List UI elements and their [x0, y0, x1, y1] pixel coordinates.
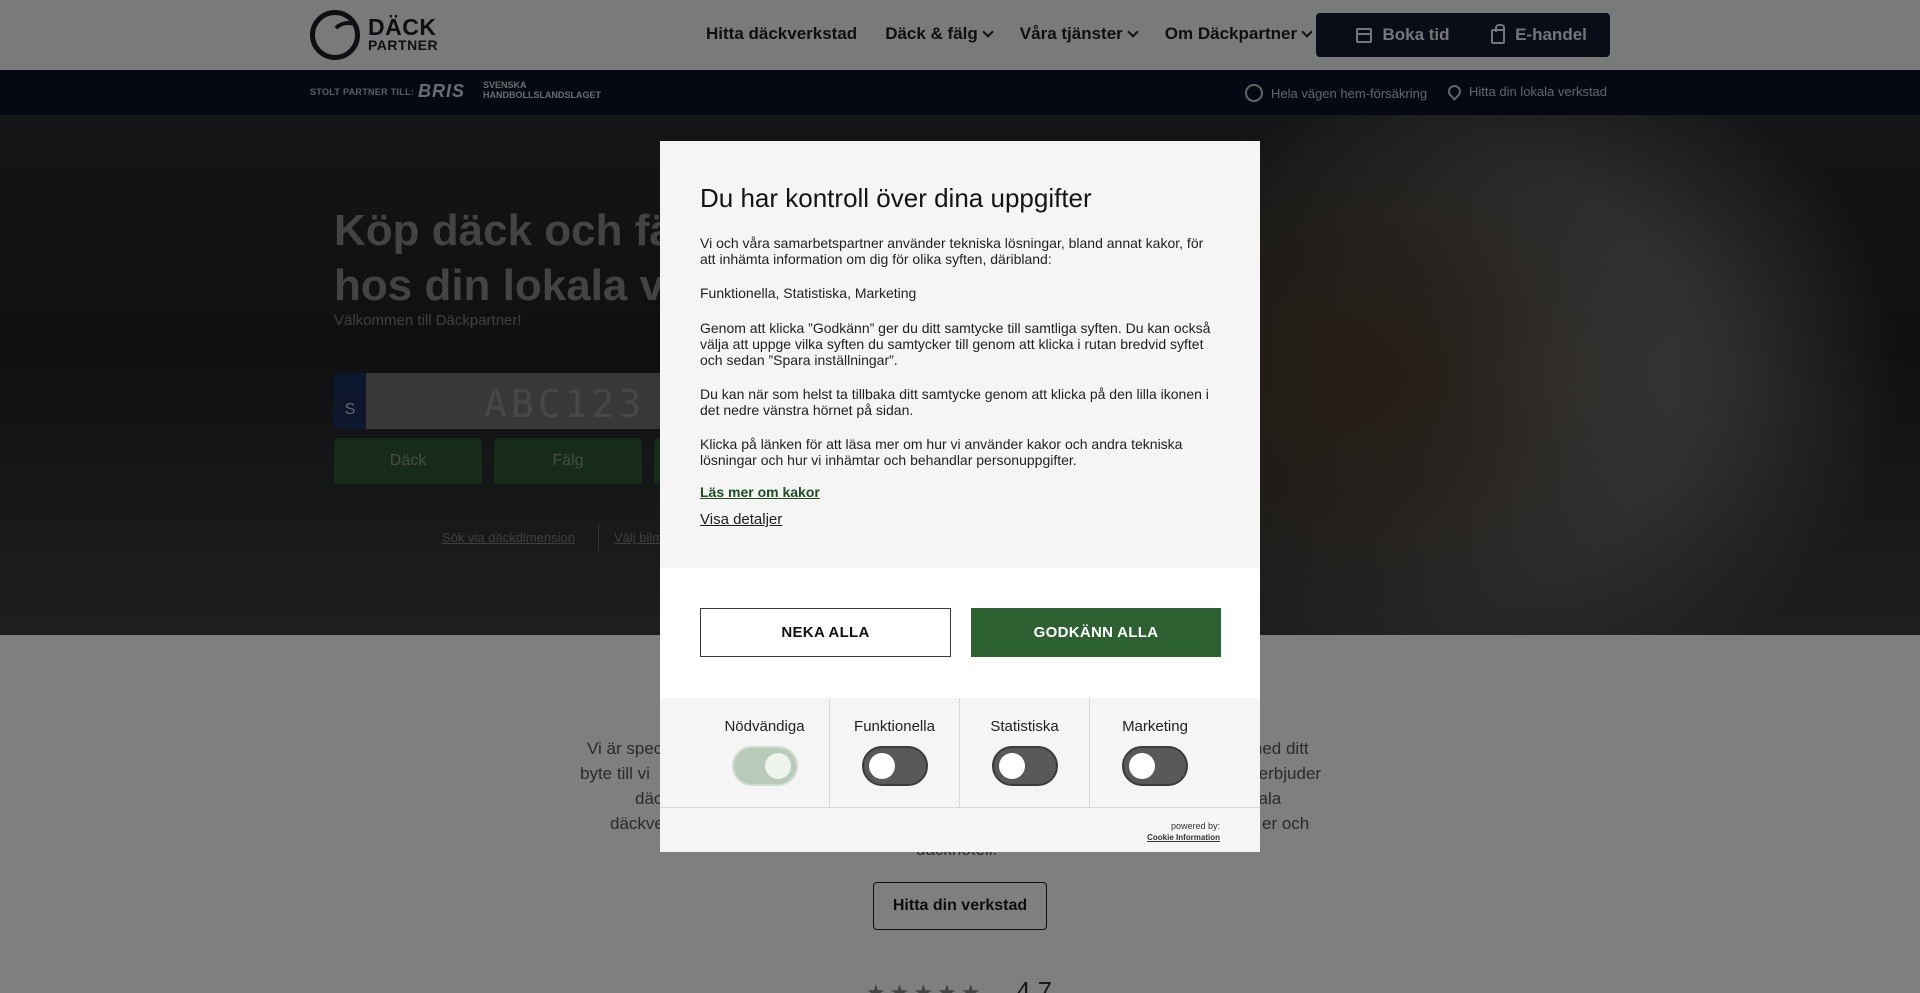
consent-paragraph: Vi och våra samarbetspartner använder te… — [700, 235, 1204, 267]
category-marketing: Marketing — [1090, 698, 1220, 808]
powered-by: powered by: Cookie Information — [1147, 821, 1220, 843]
category-statistics: Statistiska — [960, 698, 1090, 808]
read-more-cookies-link[interactable]: Läs mer om kakor — [700, 484, 820, 500]
consent-purposes: Funktionella, Statistiska, Marketing — [700, 285, 917, 301]
deny-all-button[interactable]: NEKA ALLA — [700, 608, 951, 657]
marketing-toggle[interactable] — [1122, 746, 1188, 786]
show-details-link[interactable]: Visa detaljer — [700, 511, 782, 528]
consent-paragraph: Klicka på länken för att läsa mer om hur… — [700, 436, 1183, 468]
consent-paragraph: Du kan när som helst ta tillbaka ditt sa… — [700, 386, 1209, 418]
statistics-toggle[interactable] — [992, 746, 1058, 786]
cookie-consent-dialog: Du har kontroll över dina uppgifter Vi o… — [660, 141, 1260, 852]
cookie-information-link[interactable]: Cookie Information — [1147, 832, 1220, 843]
consent-actions: NEKA ALLA GODKÄNN ALLA — [660, 568, 1260, 698]
consent-category-toggles: Nödvändiga Funktionella Statistiska Mark… — [660, 698, 1260, 808]
category-necessary: Nödvändiga — [700, 698, 830, 808]
consent-title: Du har kontroll över dina uppgifter — [700, 183, 1092, 213]
necessary-toggle[interactable] — [732, 746, 798, 786]
category-functional: Funktionella — [830, 698, 960, 808]
functional-toggle[interactable] — [862, 746, 928, 786]
accept-all-button[interactable]: GODKÄNN ALLA — [971, 608, 1221, 657]
consent-paragraph: Genom att klicka ”Godkänn” ger du ditt s… — [700, 320, 1211, 368]
